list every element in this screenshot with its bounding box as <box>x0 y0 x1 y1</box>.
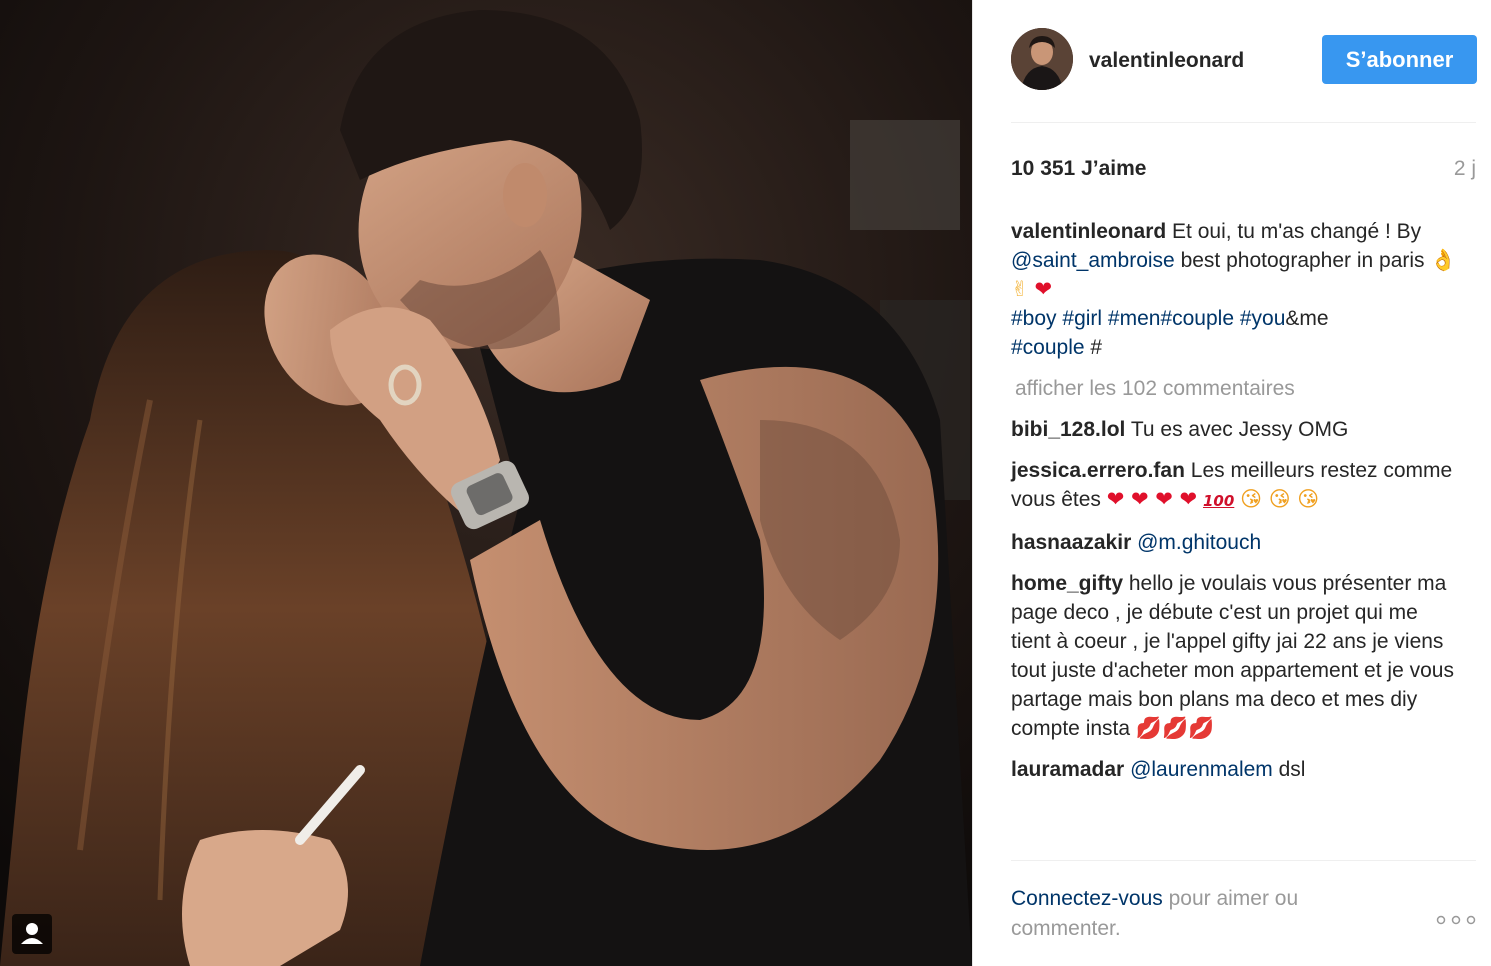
comment-username[interactable]: lauramadar <box>1011 758 1124 781</box>
likes-count[interactable]: 10 351 J’aime <box>1011 157 1146 181</box>
caption-text: best photographer in paris <box>1174 249 1431 272</box>
comment-mention[interactable]: @m.ghitouch <box>1137 531 1261 554</box>
comment-text: Tu es avec Jessy OMG <box>1125 418 1349 441</box>
comments-list: valentinleonard Et oui, tu m'as changé !… <box>1011 217 1461 796</box>
post-footer: Connectez-vous pour aimer ou commenter. <box>1011 884 1476 944</box>
hashtag[interactable]: #men <box>1108 307 1161 330</box>
kiss-emoji: 😘 😘 😘 <box>1240 487 1320 511</box>
caption-username[interactable]: valentinleonard <box>1011 220 1166 243</box>
comment: bibi_128.lol Tu es avec Jessy OMG <box>1011 415 1461 444</box>
user-tag-icon <box>21 923 43 944</box>
comment: home_gifty hello je voulais vous présent… <box>1011 569 1461 743</box>
author-username[interactable]: valentinleonard <box>1089 49 1244 73</box>
heart-emoji: ❤ <box>1034 277 1053 301</box>
user-tag-button[interactable] <box>12 914 52 954</box>
more-options-button[interactable] <box>1436 904 1476 925</box>
comment-text: hello je voulais vous présenter ma page … <box>1011 572 1454 740</box>
avatar-image <box>1011 28 1073 90</box>
login-prompt: Connectez-vous pour aimer ou commenter. <box>1011 884 1371 944</box>
caption-text: Et oui, tu m'as changé ! By <box>1166 220 1422 243</box>
hashtag[interactable]: #you <box>1240 307 1286 330</box>
post-header: valentinleonard S’abonner <box>1011 28 1477 92</box>
divider <box>1011 122 1476 123</box>
instagram-post: valentinleonard S’abonner 10 351 J’aime … <box>0 0 1491 966</box>
comment-username[interactable]: home_gifty <box>1011 572 1123 595</box>
comment-username[interactable]: bibi_128.lol <box>1011 418 1125 441</box>
comment-mention[interactable]: @laurenmalem <box>1130 758 1273 781</box>
caption-text: &me <box>1285 307 1329 330</box>
likes-row: 10 351 J’aime 2 j <box>1011 157 1476 187</box>
avatar[interactable] <box>1011 28 1073 90</box>
load-more-comments[interactable]: afficher les 102 commentaires <box>1015 374 1461 403</box>
couple-kissing-photo <box>0 0 972 966</box>
comment: jessica.errero.fan Les meilleurs restez … <box>1011 456 1461 516</box>
login-link[interactable]: Connectez-vous <box>1011 887 1163 910</box>
hearts-emoji: ❤ ❤ ❤ ❤ <box>1106 487 1198 511</box>
comment-username[interactable]: jessica.errero.fan <box>1011 459 1185 482</box>
comment-text: dsl <box>1272 758 1306 781</box>
caption-text: # <box>1084 336 1103 359</box>
hashtag[interactable]: #couple <box>1160 307 1234 330</box>
post-sidebar: valentinleonard S’abonner 10 351 J’aime … <box>972 0 1491 966</box>
more-options-icon <box>1436 915 1476 925</box>
post-time[interactable]: 2 j <box>1454 157 1476 181</box>
caption-mention[interactable]: @saint_ambroise <box>1011 249 1175 272</box>
lips-emoji: 💋💋💋 <box>1135 716 1215 740</box>
hashtag[interactable]: #boy <box>1011 307 1057 330</box>
hashtag[interactable]: #girl <box>1062 307 1102 330</box>
hundred-emoji: 100 <box>1203 492 1235 510</box>
hashtag[interactable]: #couple <box>1011 336 1085 359</box>
comment: hasnaazakir @m.ghitouch <box>1011 528 1461 557</box>
post-photo[interactable] <box>0 0 972 966</box>
divider <box>1011 860 1476 861</box>
follow-button[interactable]: S’abonner <box>1322 35 1477 84</box>
comment-username[interactable]: hasnaazakir <box>1011 531 1131 554</box>
comment: lauramadar @laurenmalem dsl <box>1011 755 1461 784</box>
caption: valentinleonard Et oui, tu m'as changé !… <box>1011 217 1461 362</box>
